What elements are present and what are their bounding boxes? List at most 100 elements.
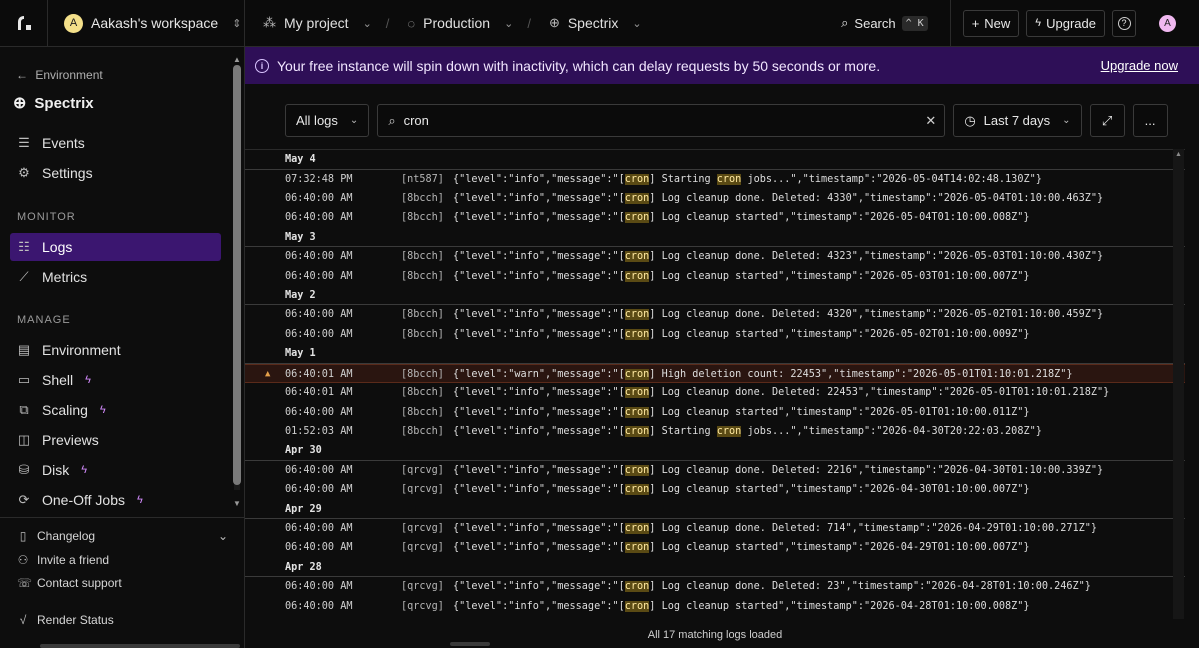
scrollbar-thumb[interactable] <box>233 65 241 485</box>
log-row[interactable]: ▲ 06:40:01 AM [8bcch] {"level":"warn","mess… <box>245 363 1185 384</box>
log-message-text: {"level":"info","message":"[ <box>453 251 625 263</box>
log-row[interactable]: 06:40:00 AM [8bcch] {"level":"info","messa… <box>245 325 1185 344</box>
log-instance: [qrcvg] <box>401 542 444 554</box>
workspace-avatar: A <box>64 13 83 33</box>
logo-icon <box>17 16 31 30</box>
log-message-text: ] Log cleanup started","timestamp":"2026… <box>649 484 1030 496</box>
scroll-up-icon[interactable]: ▲ <box>1175 151 1182 158</box>
new-button[interactable]: + New <box>962 9 1020 37</box>
sidebar-item-environment[interactable]: ▤ Environment <box>10 336 221 364</box>
scrollbar-thumb[interactable] <box>450 642 490 646</box>
log-row[interactable]: 06:40:00 AM [8bcch] {"level":"info","messa… <box>245 189 1185 208</box>
log-instance: [8bcch] <box>401 406 444 418</box>
log-message-text: ] Log cleanup started","timestamp":"2026… <box>649 542 1030 554</box>
sidebar-item-events[interactable]: ☰ Events <box>10 129 221 157</box>
fullscreen-button[interactable]: ⤢ <box>1089 104 1125 137</box>
log-message-text: ] High deletion count: 22453","timestamp… <box>649 368 1073 380</box>
log-row[interactable]: 06:40:01 AM [8bcch] {"level":"info","messa… <box>245 383 1185 402</box>
support-link[interactable]: ☏ Contact support <box>17 576 122 590</box>
terminal-icon: ▭ <box>17 372 31 387</box>
log-row[interactable]: 06:40:00 AM [8bcch] {"level":"info","messa… <box>245 403 1185 422</box>
log-message: {"level":"info","message":"[cron] Log cl… <box>453 189 1103 208</box>
log-row[interactable]: 06:40:00 AM [8bcch] {"level":"info","messa… <box>245 247 1185 266</box>
search-highlight: cron <box>624 212 650 224</box>
log-time: 06:40:00 AM <box>285 464 353 476</box>
breadcrumb-separator: / <box>385 15 390 31</box>
breadcrumb-environment[interactable]: ◌ Production ⌄ <box>389 0 513 47</box>
log-row[interactable]: 06:40:00 AM [qrcvg] {"level":"info","messa… <box>245 577 1185 596</box>
plus-icon: + <box>971 15 980 31</box>
chart-icon: ⟋ <box>19 269 29 284</box>
globe-icon: ⊕ <box>13 95 27 112</box>
log-message: {"level":"info","message":"[cron] Log cl… <box>453 577 1091 596</box>
log-message: {"level":"info","message":"[cron] Starti… <box>453 170 1042 189</box>
log-message-text: ] Starting <box>649 425 717 437</box>
search-highlight: cron <box>624 368 650 380</box>
log-message: {"level":"info","message":"[cron] Log cl… <box>453 403 1030 422</box>
log-time: 06:40:00 AM <box>285 542 353 554</box>
log-search-input[interactable] <box>403 113 918 128</box>
log-row[interactable]: 06:40:00 AM [qrcvg] {"level":"info","messa… <box>245 597 1185 616</box>
search-highlight: cron <box>624 542 650 554</box>
sidebar-service-name: Spectrix <box>34 94 94 112</box>
log-date-header: Apr 28 <box>245 558 1185 578</box>
log-time: 01:52:03 AM <box>285 425 353 437</box>
user-avatar[interactable]: A <box>1159 14 1176 32</box>
log-row[interactable]: 01:52:03 AM [8bcch] {"level":"info","messa… <box>245 422 1185 441</box>
sidebar-item-settings[interactable]: ⚙ Settings <box>10 159 221 187</box>
level-filter[interactable]: All logs ⌄ <box>285 104 370 137</box>
sidebar-item-disk[interactable]: ⛁ Disk ϟ <box>10 456 221 484</box>
horizontal-scrollbar[interactable] <box>245 641 1185 648</box>
log-row[interactable]: 07:32:48 PM [nt587] {"level":"info","messa… <box>245 170 1185 189</box>
workspace-switcher[interactable]: A Aakash's workspace ⇕ <box>48 0 245 47</box>
sidebar-item-label: One-Off Jobs <box>42 492 126 508</box>
log-row[interactable]: 06:40:00 AM [qrcvg] {"level":"info","messa… <box>245 538 1185 557</box>
log-row[interactable]: 06:40:00 AM [qrcvg] {"level":"info","messa… <box>245 461 1185 480</box>
back-link[interactable]: ← Environment <box>16 68 103 82</box>
log-row[interactable]: 06:40:00 AM [qrcvg] {"level":"info","messa… <box>245 480 1185 499</box>
sidebar-item-one-off-jobs[interactable]: ⟳ One-Off Jobs ϟ <box>10 486 221 514</box>
sidebar-item-previews[interactable]: ◫ Previews <box>10 426 221 454</box>
monitor-heading: MONITOR <box>17 211 76 223</box>
search-highlight: cron <box>624 464 650 476</box>
status-link[interactable]: √ Render Status <box>17 613 114 627</box>
warning-icon: ▲ <box>265 368 271 379</box>
search-button[interactable]: ⌕ Search ^ K <box>841 0 951 47</box>
log-scrollbar[interactable]: ▲ <box>1173 149 1184 619</box>
breadcrumb-service[interactable]: ⊕ Spectrix ⌄ <box>531 0 642 47</box>
log-row[interactable]: 06:40:00 AM [8bcch] {"level":"info","messa… <box>245 267 1185 286</box>
log-instance: [8bcch] <box>401 251 444 263</box>
gear-icon: ⚙ <box>18 165 30 180</box>
scroll-up-icon[interactable]: ▲ <box>233 55 241 64</box>
sidebar-item-shell[interactable]: ▭ Shell ϟ <box>10 366 221 394</box>
sidebar-scrollbar[interactable]: ▲ ▼ <box>232 55 242 510</box>
log-instance: [8bcch] <box>401 309 444 321</box>
more-button[interactable]: ... <box>1132 104 1168 137</box>
log-message-text: {"level":"info","message":"[ <box>453 542 625 554</box>
sidebar-item-scaling[interactable]: ⧉ Scaling ϟ <box>10 396 221 424</box>
support-icon: ☏ <box>17 576 33 590</box>
scroll-down-icon[interactable]: ▼ <box>233 499 241 508</box>
invite-link[interactable]: ⚇ Invite a friend <box>17 553 109 567</box>
render-logo[interactable] <box>0 0 48 47</box>
help-button[interactable]: ? <box>1112 9 1136 37</box>
sidebar-service-title: ⊕ Spectrix <box>13 93 94 113</box>
time-range-filter[interactable]: ◷ Last 7 days ⌄ <box>953 104 1082 137</box>
log-row[interactable]: 06:40:00 AM [8bcch] {"level":"info","messa… <box>245 208 1185 227</box>
upgrade-now-link[interactable]: Upgrade now <box>1101 58 1178 73</box>
changelog-link[interactable]: ▯ Changelog ⌄ <box>17 529 228 543</box>
log-row[interactable]: 06:40:00 AM [qrcvg] {"level":"info","messa… <box>245 519 1185 538</box>
sidebar-horizontal-scrollbar[interactable] <box>40 644 240 648</box>
breadcrumb-project[interactable]: ⁂ My project ⌄ <box>245 0 372 47</box>
sidebar-item-label: Previews <box>42 432 99 448</box>
clear-icon[interactable]: ✕ <box>925 113 936 129</box>
upgrade-button[interactable]: ϟ Upgrade <box>1026 9 1105 37</box>
log-search-box[interactable]: ⌕ ✕ <box>377 104 946 137</box>
search-highlight: cron <box>716 425 742 437</box>
search-label: Search <box>854 15 896 31</box>
arrow-left-icon: ← <box>16 68 28 82</box>
log-row[interactable]: 06:40:00 AM [8bcch] {"level":"info","messa… <box>245 305 1185 324</box>
sidebar-item-metrics[interactable]: ⟋ Metrics <box>10 263 221 291</box>
sidebar-item-logs[interactable]: ☷ Logs <box>10 233 221 261</box>
log-message-text: ] Log cleanup done. Deleted: 4330","time… <box>649 192 1104 204</box>
